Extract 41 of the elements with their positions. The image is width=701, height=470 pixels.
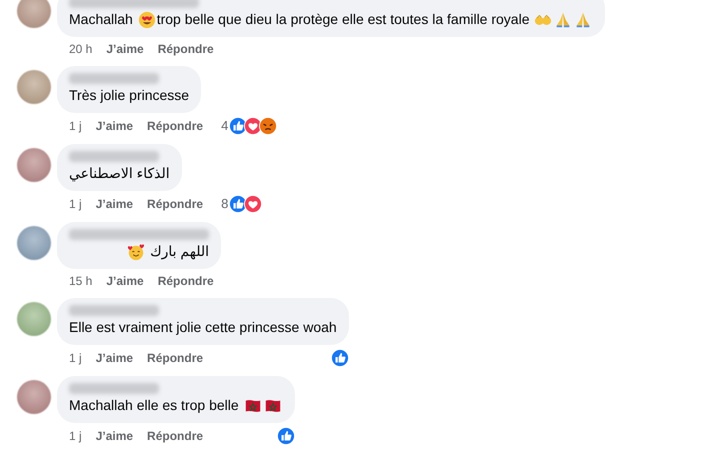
reply-link[interactable]: Répondre bbox=[147, 428, 204, 444]
comment-time: 1 j bbox=[69, 118, 82, 134]
like-link[interactable]: J’aime bbox=[106, 273, 144, 289]
comment-time: 1 j bbox=[69, 350, 82, 366]
angry-reaction-icon[interactable] bbox=[259, 117, 278, 135]
reply-link[interactable]: Répondre bbox=[147, 118, 204, 134]
avatar[interactable] bbox=[17, 0, 51, 28]
avatar[interactable] bbox=[17, 226, 51, 260]
like-link[interactable]: J’aime bbox=[106, 41, 144, 57]
comment-time: 15 h bbox=[69, 273, 92, 289]
praying-hands-emoji bbox=[574, 10, 592, 28]
reply-link[interactable]: Répondre bbox=[147, 196, 204, 212]
reply-link[interactable]: Répondre bbox=[158, 273, 214, 289]
avatar[interactable] bbox=[17, 148, 51, 182]
avatar[interactable] bbox=[17, 380, 51, 414]
reply-link[interactable]: Répondre bbox=[158, 41, 214, 57]
like-link[interactable]: J’aime bbox=[96, 428, 134, 444]
comment-text: trop belle que dieu la protège elle est toutes la famille royale bbox=[156, 10, 530, 29]
smiling-hearts-emoji bbox=[127, 242, 146, 260]
like-link[interactable]: J’aime bbox=[96, 350, 134, 366]
like-link[interactable]: J’aime bbox=[96, 196, 134, 212]
avatar[interactable] bbox=[17, 70, 51, 104]
like-reaction-icon[interactable] bbox=[330, 349, 349, 367]
like-link[interactable]: J’aime bbox=[96, 118, 134, 134]
reaction-count: 4 bbox=[221, 118, 228, 134]
like-reaction-icon[interactable] bbox=[276, 427, 295, 445]
comment-text: Machallah bbox=[69, 10, 134, 29]
reply-link[interactable]: Répondre bbox=[147, 350, 204, 366]
praying-hands-emoji bbox=[554, 10, 572, 28]
comment-text: اللهم بارك bbox=[149, 242, 209, 261]
comment-time: 20 h bbox=[69, 41, 92, 57]
comment-time: 1 j bbox=[69, 428, 82, 444]
comment-text: Machallah elle es trop belle bbox=[69, 396, 240, 415]
comment-text: Très jolie princesse bbox=[69, 86, 190, 105]
avatar[interactable] bbox=[17, 302, 51, 336]
love-reaction-icon[interactable] bbox=[244, 195, 262, 213]
heart-eyes-emoji bbox=[138, 10, 156, 28]
comment-time: 1 j bbox=[69, 196, 82, 212]
comment-text: Elle est vraiment jolie cette princesse woah bbox=[69, 318, 337, 337]
reaction-count: 8 bbox=[221, 196, 228, 212]
comment-text: الذكاء الاصطناعي bbox=[69, 164, 170, 183]
